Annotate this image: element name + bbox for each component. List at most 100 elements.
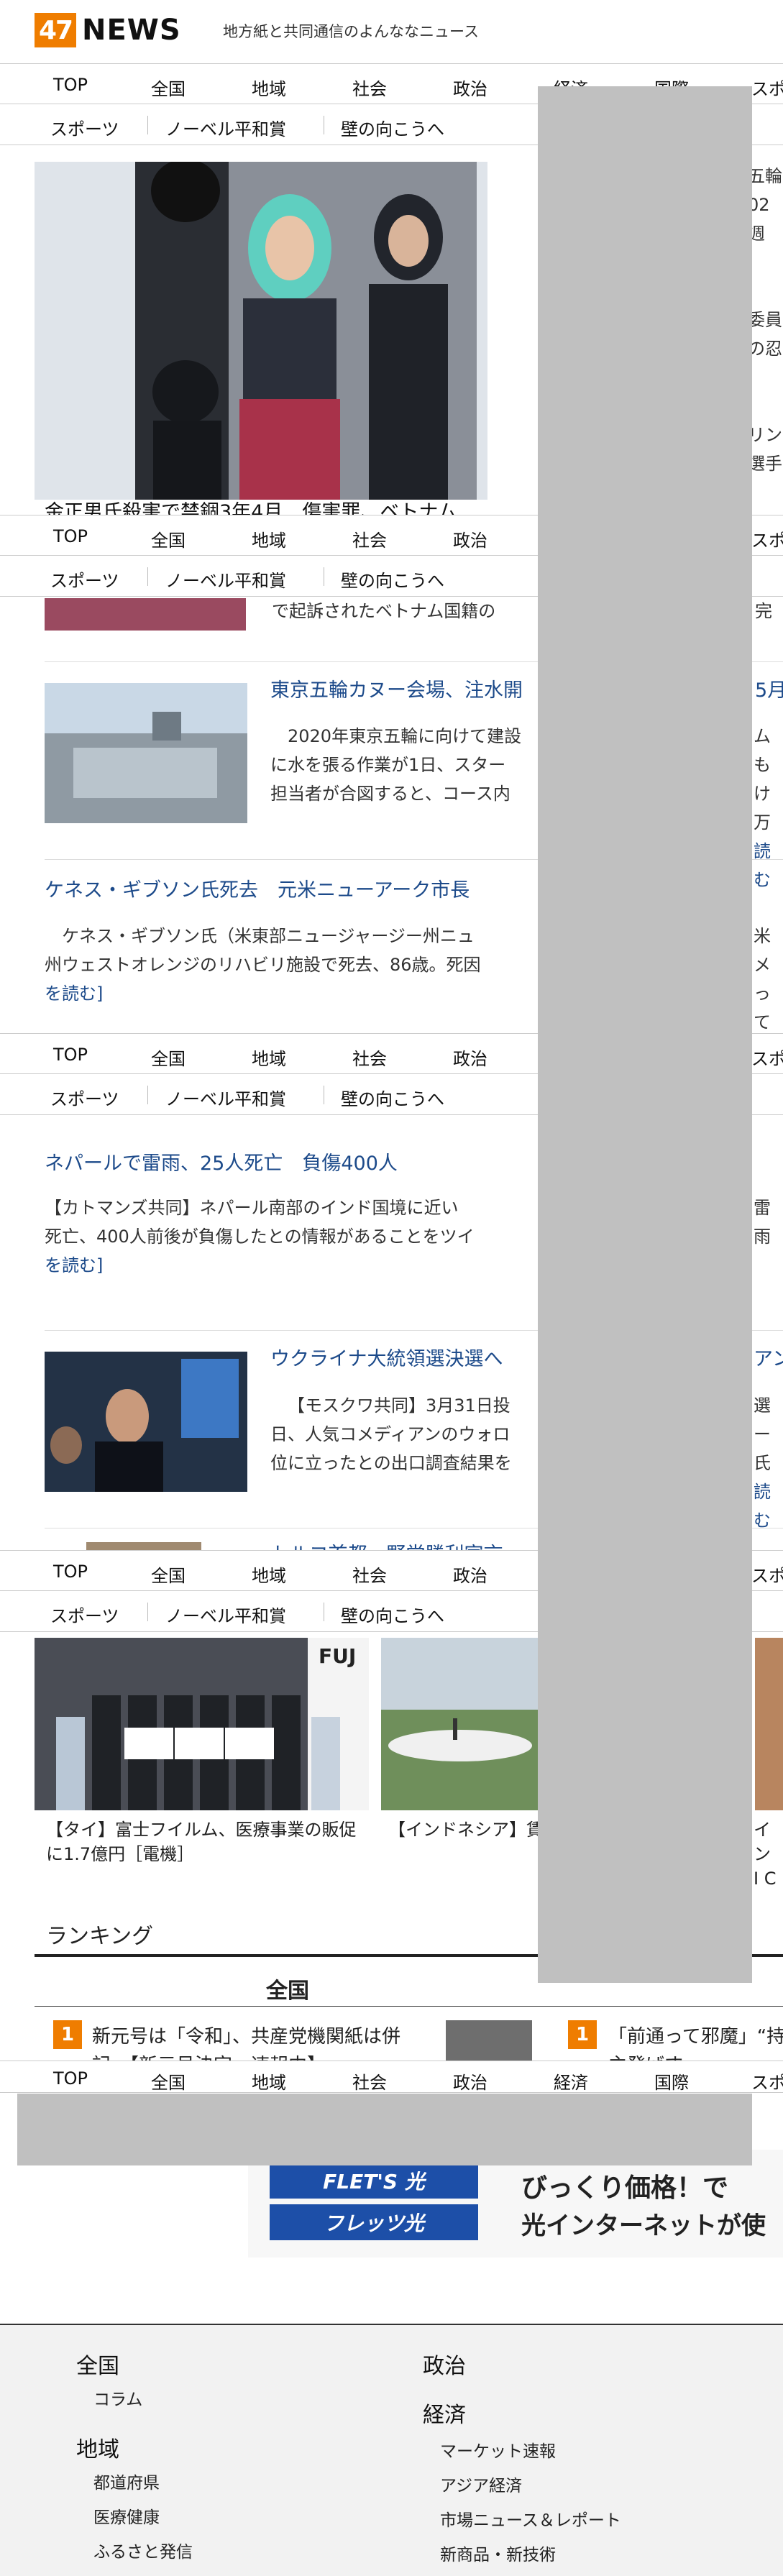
ad-flets-logo-jp: フレッツ光 xyxy=(270,2204,478,2240)
nav-politics[interactable]: 政治 xyxy=(453,526,487,551)
subnav-sports[interactable]: スポーツ xyxy=(50,567,119,592)
nav-society[interactable]: 社会 xyxy=(352,526,387,551)
article-thumb-canoe[interactable] xyxy=(45,683,247,823)
asia-card-image-2[interactable] xyxy=(381,1638,539,1810)
nav-national[interactable]: 全国 xyxy=(151,75,186,100)
body-line: 死亡、400人前後が負傷したとの情報があることをツイ xyxy=(45,1227,475,1247)
footer-politics[interactable]: 政治 xyxy=(423,2348,466,2380)
article-title-canoe[interactable]: 東京五輪カヌー会場、注水開 xyxy=(270,674,523,702)
nav-sports-clipped[interactable]: スポ xyxy=(751,1562,783,1587)
nav-regional[interactable]: 地域 xyxy=(252,75,286,100)
site-logo[interactable]: 47 NEWS xyxy=(35,13,181,47)
footer-market-news[interactable]: 市場ニュース＆レポート xyxy=(440,2506,621,2531)
article-title-ukraine[interactable]: ウクライナ大統領選決選へ xyxy=(270,1343,503,1371)
body-line: ケネス・ギブソン氏（米東部ニュージャージー州ニュ xyxy=(62,926,475,946)
nav-politics[interactable]: 政治 xyxy=(453,1562,487,1587)
nav-national[interactable]: 全国 xyxy=(151,2068,186,2093)
nav-economy[interactable]: 経済 xyxy=(554,2068,588,2093)
ad-headline: びっくり価格！で xyxy=(521,2173,729,2203)
article-title-ukraine-right: アン xyxy=(754,1348,783,1370)
body-line: 州ウェストオレンジのリハビリ施設で死去、86歳。死因 xyxy=(45,955,481,975)
subnav-divider xyxy=(147,1086,148,1104)
ranking-tab-national[interactable]: 全国 xyxy=(266,1973,309,2004)
footer-economy[interactable]: 経済 xyxy=(423,2397,466,2429)
sticky-nav: TOP 全国 地域 社会 政治 経済 国際 スポ xyxy=(0,2061,783,2093)
nav-society[interactable]: 社会 xyxy=(352,1045,387,1070)
nav-sports-clipped[interactable]: スポ xyxy=(751,1045,783,1070)
subnav-sports[interactable]: スポーツ xyxy=(50,1602,119,1627)
subnav-sports[interactable]: スポーツ xyxy=(50,115,119,140)
sidebar-snippet: 委員 xyxy=(748,310,782,330)
footer-furusato[interactable]: ふるさと発信 xyxy=(93,2538,193,2562)
nav-society[interactable]: 社会 xyxy=(352,1562,387,1587)
asia-caption-1[interactable]: 【タイ】富士フイルム、医療事業の販促に1.7億円［電機］ xyxy=(46,1818,362,1866)
nav-politics[interactable]: 政治 xyxy=(453,1045,487,1070)
footer-market[interactable]: マーケット速報 xyxy=(440,2437,556,2462)
nav-society[interactable]: 社会 xyxy=(352,2068,387,2093)
read-more-link[interactable]: 読む xyxy=(754,1477,783,1535)
sidebar-snippet: 選手 xyxy=(748,454,782,474)
nav-society[interactable]: 社会 xyxy=(352,75,387,100)
article-clipped-text: で起訴されたベトナム国籍の xyxy=(272,601,496,621)
footer-column[interactable]: コラム xyxy=(93,2385,142,2410)
nav-national[interactable]: 全国 xyxy=(151,526,186,551)
nav-top[interactable]: TOP xyxy=(53,2068,88,2089)
article-title-nepal[interactable]: ネパールで雷雨、25人死亡 負傷400人 xyxy=(45,1147,398,1175)
sidebar-snippet: リン xyxy=(748,425,782,445)
subnav-nobel[interactable]: ノーベル平和賞 xyxy=(165,1602,286,1627)
subnav-nobel[interactable]: ノーベル平和賞 xyxy=(165,1085,286,1110)
nav-top[interactable]: TOP xyxy=(53,1045,88,1065)
rank-item-2[interactable]: 「前通って邪魔」“持 xyxy=(608,2022,783,2048)
fuji-sign: FUJ xyxy=(319,1644,356,1668)
nav-politics[interactable]: 政治 xyxy=(453,2068,487,2093)
subnav-divider xyxy=(147,116,148,134)
ad-banner[interactable]: FLET'S 光 フレッツ光 びっくり価格！で 光インターネットが使 xyxy=(248,2150,783,2258)
redaction-overlay xyxy=(17,2094,752,2165)
footer-regional[interactable]: 地域 xyxy=(76,2431,119,2463)
featured-image[interactable] xyxy=(35,162,487,500)
asia-caption-3-clipped: イン I C xyxy=(754,1818,783,1891)
subnav-wall[interactable]: 壁の向こうへ xyxy=(341,1085,444,1110)
subnav-sports[interactable]: スポーツ xyxy=(50,1085,119,1110)
article-thumb[interactable] xyxy=(45,598,246,631)
subnav-wall[interactable]: 壁の向こうへ xyxy=(341,1602,444,1627)
body-line-right: 米メ xyxy=(754,926,771,975)
subnav-wall[interactable]: 壁の向こうへ xyxy=(341,115,444,140)
rank-thumb[interactable] xyxy=(446,2020,532,2063)
redaction-overlay xyxy=(538,86,752,1983)
subnav-nobel[interactable]: ノーベル平和賞 xyxy=(165,567,286,592)
footer-asia-economy[interactable]: アジア経済 xyxy=(440,2472,522,2496)
footer-national[interactable]: 全国 xyxy=(76,2348,119,2380)
nav-regional[interactable]: 地域 xyxy=(252,1562,286,1587)
subnav-nobel[interactable]: ノーベル平和賞 xyxy=(165,115,286,140)
nav-regional[interactable]: 地域 xyxy=(252,526,286,551)
footer-new-products[interactable]: 新商品・新技術 xyxy=(440,2541,556,2565)
read-more-link[interactable]: を読む] xyxy=(45,1251,475,1280)
nav-sports-clipped[interactable]: スポ xyxy=(751,526,783,551)
ranking-tab-rule xyxy=(35,2006,783,2007)
nav-politics[interactable]: 政治 xyxy=(453,75,487,100)
read-more-link[interactable]: 読む xyxy=(754,837,783,894)
asia-caption-2[interactable]: 【インドネシア】賃の半額キャンペ xyxy=(388,1818,539,1842)
article-thumb-ukraine[interactable] xyxy=(45,1352,247,1492)
nav-international[interactable]: 国際 xyxy=(654,2068,689,2093)
nav-sports-clipped[interactable]: スポ xyxy=(751,75,783,100)
asia-card-image-3-clipped[interactable] xyxy=(755,1638,783,1810)
nav-top[interactable]: TOP xyxy=(53,1562,88,1582)
nav-regional[interactable]: 地域 xyxy=(252,1045,286,1070)
read-more-link[interactable]: を読む] xyxy=(45,979,481,1008)
article-title-gibson[interactable]: ケネス・ギブソン氏死去 元米ニューアーク市長 xyxy=(45,874,470,902)
footer-prefectures[interactable]: 都道府県 xyxy=(93,2469,160,2493)
nav-top[interactable]: TOP xyxy=(53,526,88,546)
logo-text: NEWS xyxy=(82,14,181,47)
nav-national[interactable]: 全国 xyxy=(151,1045,186,1070)
footer-health[interactable]: 医療健康 xyxy=(93,2503,160,2528)
nav-top[interactable]: TOP xyxy=(53,75,88,95)
asia-card-image-1[interactable]: FUJ xyxy=(35,1638,369,1810)
subnav-wall[interactable]: 壁の向こうへ xyxy=(341,567,444,592)
nav-sports-clipped[interactable]: スポ xyxy=(751,2068,783,2093)
body-line-right: って xyxy=(754,984,771,1032)
nav-regional[interactable]: 地域 xyxy=(252,2068,286,2093)
nav-national[interactable]: 全国 xyxy=(151,1562,186,1587)
rank-item-1[interactable]: 新元号は「令和」、共産党機関紙は併 xyxy=(92,2022,400,2048)
